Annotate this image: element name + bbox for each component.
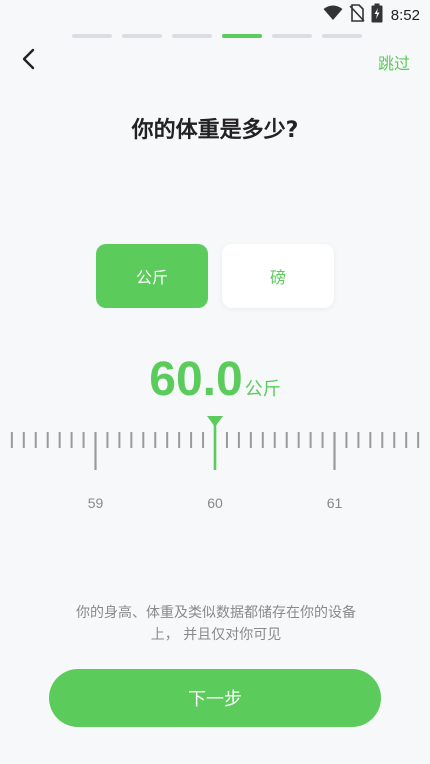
next-button[interactable]: 下一步 [49,669,381,727]
status-bar: 8:52 [0,0,430,30]
no-sim-icon [349,4,365,26]
weight-unit: 公斤 [244,379,281,400]
back-button[interactable] [14,46,44,76]
step-progress [72,34,362,38]
status-icons: 8:52 [323,3,420,27]
unit-kg-label: 公斤 [135,268,168,287]
privacy-note: 你的身高、体重及类似数据都储存在你的设备上， 并且仅对你可见 [76,605,356,643]
wifi-icon [323,5,343,25]
unit-lb-button[interactable]: 磅 [222,244,334,308]
chevron-left-icon [21,48,37,74]
ruler-label: 61 [327,495,343,511]
battery-charging-icon [371,3,383,27]
ruler-label: 59 [88,495,104,511]
unit-lb-label: 磅 [269,268,286,287]
progress-segment [222,34,262,38]
progress-segment [272,34,312,38]
weight-display: 60.0 公斤 [0,352,430,407]
unit-kg-button[interactable]: 公斤 [96,244,208,308]
status-time: 8:52 [390,6,420,24]
triangle-down-icon [207,416,223,427]
progress-segment [72,34,112,38]
page-title: 你的体重是多少? [131,118,299,143]
ruler-label: 60 [207,495,223,511]
progress-segment [322,34,362,38]
weight-value: 60.0 [149,353,243,406]
next-button-label: 下一步 [188,689,242,710]
skip-button[interactable]: 跳过 [378,50,410,74]
progress-segment [122,34,162,38]
weight-ruler-slider[interactable]: 59 60 61 [0,414,430,524]
progress-segment [172,34,212,38]
